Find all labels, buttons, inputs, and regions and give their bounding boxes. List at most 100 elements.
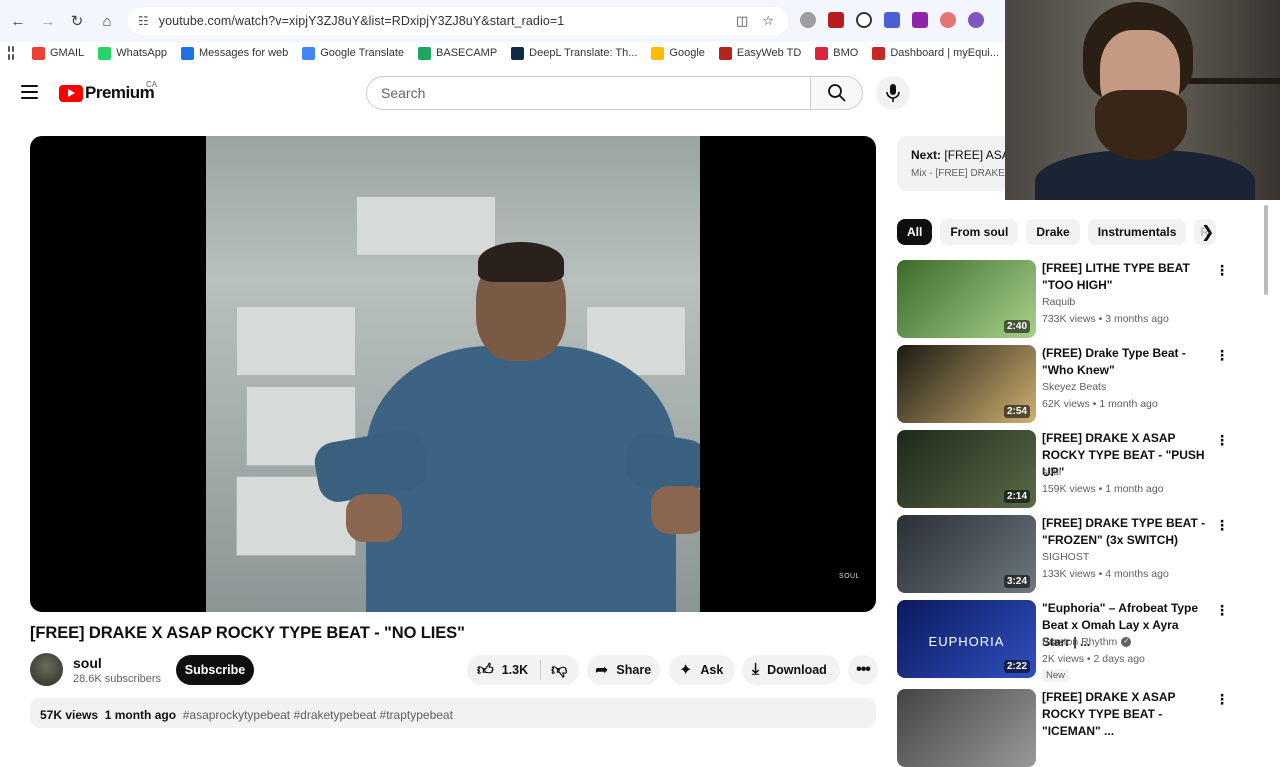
extension-icon[interactable] xyxy=(800,12,816,28)
share-label: Share xyxy=(616,663,652,677)
download-icon: ⤓ xyxy=(752,661,760,678)
video-thumbnail[interactable]: 3:24 xyxy=(897,515,1036,593)
like-dislike-group: 👍︎ 1.3K 👎︎ xyxy=(467,655,579,685)
country-code: CA xyxy=(146,80,158,89)
recommendation-item[interactable]: 2:14 [FREE] DRAKE X ASAP ROCKY TYPE BEAT … xyxy=(897,430,1257,508)
chip-drake[interactable]: Drake xyxy=(1026,219,1080,245)
search-button[interactable] xyxy=(810,76,863,110)
ask-button[interactable]: ✦ Ask xyxy=(669,655,735,685)
bookmark-label: Messages for web xyxy=(198,47,289,59)
more-actions-button[interactable]: ••• xyxy=(848,655,878,685)
recommendation-title[interactable]: (FREE) Drake Type Beat - "Who Knew" xyxy=(1042,345,1207,379)
bookmark-favicon-icon xyxy=(718,46,732,60)
video-thumbnail[interactable]: 2:54 xyxy=(897,345,1036,423)
bookmark-star-icon[interactable]: ☆ xyxy=(762,13,774,29)
bookmark-item[interactable]: Google Translate xyxy=(302,46,405,60)
thumbs-down-icon: 👎︎ xyxy=(551,661,568,679)
download-button[interactable]: ⤓ Download xyxy=(742,655,840,685)
more-vertical-icon[interactable]: ⋮ xyxy=(1215,347,1229,364)
recommendation-meta: 62K views • 1 month ago xyxy=(1042,398,1158,410)
recommendation-title[interactable]: [FREE] LITHE TYPE BEAT "TOO HIGH" xyxy=(1042,260,1207,294)
recommendation-channel[interactable]: Raquib xyxy=(1042,296,1075,308)
bookmark-item[interactable]: WhatsApp xyxy=(98,46,167,60)
recommendation-item[interactable]: [FREE] DRAKE X ASAP ROCKY TYPE BEAT - "I… xyxy=(897,689,1257,767)
bookmark-item[interactable]: EasyWeb TD xyxy=(718,46,801,60)
recommendation-item[interactable]: 3:24 [FREE] DRAKE TYPE BEAT - "FROZEN" (3… xyxy=(897,515,1257,593)
bookmark-favicon-icon xyxy=(32,46,45,60)
search-field[interactable] xyxy=(366,76,811,110)
more-vertical-icon[interactable]: ⋮ xyxy=(1215,602,1229,619)
recommendation-channel-name: SIGHOST xyxy=(1042,551,1090,563)
chip-from-soul[interactable]: From soul xyxy=(940,219,1019,245)
forward-icon[interactable]: → xyxy=(33,6,63,36)
webcam-overlay xyxy=(1005,0,1280,200)
youtube-premium-logo[interactable]: Premium xyxy=(59,83,155,103)
recommendation-channel-name: Raquib xyxy=(1042,296,1076,308)
video-thumbnail[interactable]: 2:40 xyxy=(897,260,1036,338)
more-vertical-icon[interactable]: ⋮ xyxy=(1215,432,1229,449)
apps-grid-icon[interactable] xyxy=(8,46,14,60)
microphone-icon xyxy=(886,84,900,102)
reload-icon[interactable]: ↻ xyxy=(62,6,92,36)
menu-icon[interactable] xyxy=(21,85,38,99)
install-app-icon[interactable]: ◫ xyxy=(736,13,748,29)
bookmark-item[interactable]: BMO xyxy=(815,46,858,60)
video-thumbnail[interactable]: 2:14 xyxy=(897,430,1036,508)
recommendation-title[interactable]: [FREE] DRAKE X ASAP ROCKY TYPE BEAT - "I… xyxy=(1042,689,1207,740)
bookmark-item[interactable]: Dashboard | myEqui... xyxy=(872,46,999,60)
home-icon[interactable]: ⌂ xyxy=(92,6,122,36)
recommendation-channel[interactable]: SIGHOST xyxy=(1042,551,1089,563)
recommendation-item[interactable]: 2:54 (FREE) Drake Type Beat - "Who Knew" S… xyxy=(897,345,1257,423)
description-box[interactable]: 57K views 1 month ago #asaprockytypebeat… xyxy=(30,698,876,728)
bookmark-item[interactable]: BASECAMP xyxy=(418,46,497,60)
dislike-button[interactable]: 👎︎ xyxy=(541,661,567,680)
chip-instrumentals[interactable]: Instrumentals xyxy=(1087,219,1187,245)
site-info-icon[interactable]: ☷ xyxy=(138,14,149,28)
url-text[interactable]: youtube.com/watch?v=xipjY3ZJ8uY&list=RDx… xyxy=(159,14,565,28)
recommendation-channel[interactable]: soul xyxy=(1042,466,1061,478)
video-thumbnail[interactable]: EUPHORIA 2:22 xyxy=(897,600,1036,678)
pdf-extension-icon[interactable] xyxy=(828,12,844,28)
recommendation-title[interactable]: [FREE] DRAKE X ASAP ROCKY TYPE BEAT - "P… xyxy=(1042,430,1207,481)
more-vertical-icon[interactable]: ⋮ xyxy=(1215,691,1229,708)
voice-search-button[interactable] xyxy=(876,76,910,110)
bookmark-item[interactable]: GMAIL xyxy=(32,46,84,60)
more-vertical-icon[interactable]: ⋮ xyxy=(1215,262,1229,279)
search-input[interactable] xyxy=(381,85,811,101)
profile-icon[interactable] xyxy=(968,12,984,28)
bookmark-item[interactable]: DeepL Translate: Th... xyxy=(511,46,637,60)
channel-avatar[interactable] xyxy=(30,653,63,686)
video-frame[interactable] xyxy=(206,136,700,612)
bookmark-item[interactable]: Google xyxy=(651,46,705,60)
bookmark-label: Google Translate xyxy=(320,47,405,59)
bookmark-favicon-icon xyxy=(418,46,432,60)
chip-all[interactable]: All xyxy=(897,219,933,245)
recommendation-channel[interactable]: Skeyez Beats xyxy=(1042,381,1106,393)
scrollbar[interactable] xyxy=(1264,205,1268,295)
more-vertical-icon[interactable]: ⋮ xyxy=(1215,517,1229,534)
recommendation-item[interactable]: EUPHORIA 2:22 "Euphoria" – Afrobeat Type B… xyxy=(897,600,1257,682)
recommendation-channel[interactable]: Braxton Rhythm ✓ xyxy=(1042,636,1132,648)
refresh-extension-icon[interactable] xyxy=(856,12,872,28)
bookmark-item[interactable]: Messages for web xyxy=(180,46,289,60)
recycle-extension-icon[interactable] xyxy=(940,12,956,28)
channel-name[interactable]: soul xyxy=(73,655,102,671)
back-icon[interactable]: ← xyxy=(3,6,33,36)
subscribe-button[interactable]: Subscribe xyxy=(176,655,254,685)
person-hand xyxy=(346,494,402,542)
webcam-person-beard xyxy=(1095,90,1187,160)
address-bar[interactable]: ☷ youtube.com/watch?v=xipjY3ZJ8uY&list=R… xyxy=(128,7,788,35)
recommendation-title[interactable]: [FREE] DRAKE TYPE BEAT - "FROZEN" (3x SW… xyxy=(1042,515,1207,549)
like-button[interactable]: 👍︎ 1.3K xyxy=(467,655,528,685)
video-thumbnail[interactable] xyxy=(897,689,1036,767)
share-button[interactable]: ➦ Share xyxy=(587,655,660,685)
download-extension-icon[interactable] xyxy=(912,12,928,28)
download-label: Download xyxy=(767,663,827,677)
recommendation-item[interactable]: 2:40 [FREE] LITHE TYPE BEAT "TOO HIGH" Raq… xyxy=(897,260,1257,338)
video-duration: 2:54 xyxy=(1003,405,1030,418)
video-player[interactable]: SOUL xyxy=(30,136,876,612)
bookmark-favicon-icon xyxy=(98,46,112,60)
chevron-right-icon[interactable]: ❯ xyxy=(1201,222,1214,242)
grid-extension-icon[interactable] xyxy=(884,12,900,28)
recommendation-channel-name: Skeyez Beats xyxy=(1042,381,1107,393)
